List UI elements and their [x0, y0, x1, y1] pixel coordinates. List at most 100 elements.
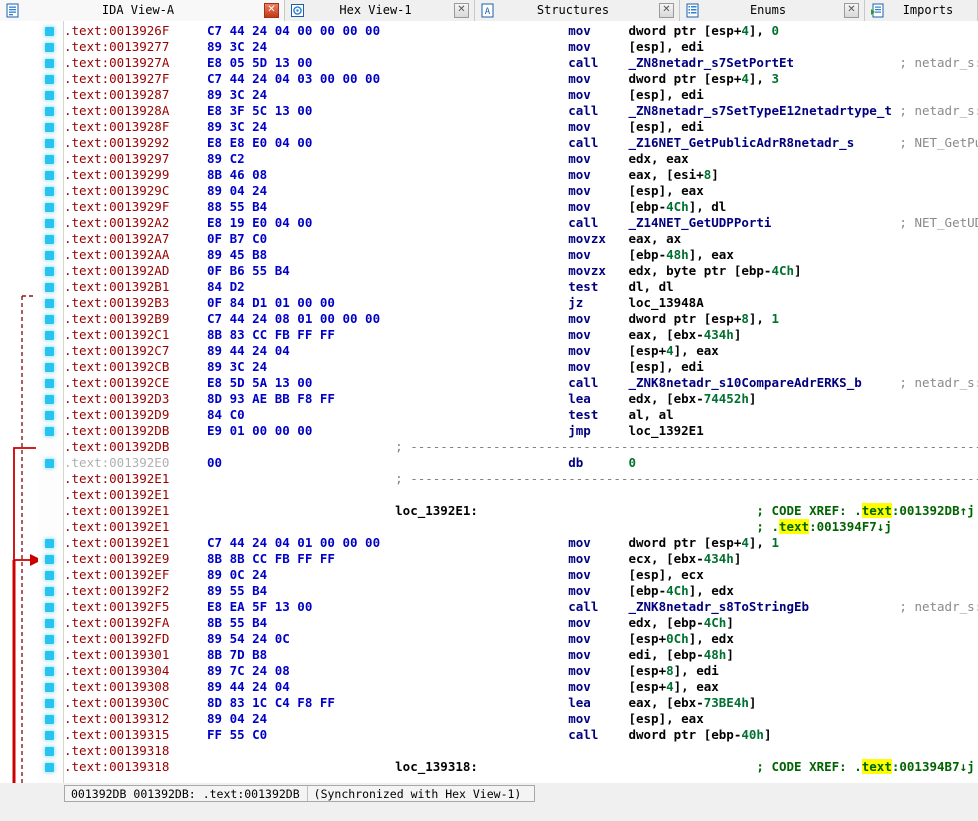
- line-marker-dot[interactable]: [45, 635, 54, 644]
- line-marker-dot[interactable]: [45, 219, 54, 228]
- line-marker-dot[interactable]: [45, 379, 54, 388]
- disassembly-line[interactable]: .text:00139318: [64, 743, 395, 759]
- disassembly-line[interactable]: .text:001392B9 C7 44 24 08 01 00 00 00 m…: [64, 311, 779, 327]
- disassembly-line[interactable]: .text:00139299 8B 46 08 mov eax, [esi+8]: [64, 167, 719, 183]
- line-marker-dot[interactable]: [45, 251, 54, 260]
- tab-structures[interactable]: A Structures ✕: [475, 0, 680, 21]
- disassembly-line[interactable]: .text:0013927F C7 44 24 04 03 00 00 00 m…: [64, 71, 779, 87]
- disassembly-line[interactable]: .text:001392E0 00 db 0: [64, 455, 636, 471]
- disassembly-line[interactable]: .text:001392F2 89 55 B4 mov [ebp-4Ch], e…: [64, 583, 734, 599]
- disassembly-line[interactable]: .text:0013929C 89 04 24 mov [esp], eax: [64, 183, 704, 199]
- disassembly-line[interactable]: .text:001392B3 0F 84 D1 01 00 00 jz loc_…: [64, 295, 704, 311]
- line-marker-dot[interactable]: [45, 555, 54, 564]
- line-marker-dot[interactable]: [45, 395, 54, 404]
- line-marker-dot[interactable]: [45, 315, 54, 324]
- disassembly-line[interactable]: .text:00139287 89 3C 24 mov [esp], edi: [64, 87, 704, 103]
- line-marker-dot[interactable]: [45, 91, 54, 100]
- close-icon[interactable]: ✕: [264, 2, 279, 18]
- tab-imports[interactable]: Imports: [865, 0, 978, 21]
- line-marker-dot[interactable]: [45, 667, 54, 676]
- line-marker-dot[interactable]: [45, 331, 54, 340]
- disassembly-line[interactable]: .text:001392E1 loc_1392E1: ; CODE XREF: …: [64, 503, 975, 519]
- line-call-target[interactable]: _ZN8netadr_s7SetPortEt: [628, 55, 794, 70]
- disassembly-line[interactable]: .text:00139312 89 04 24 mov [esp], eax: [64, 711, 704, 727]
- disassembly-line[interactable]: .text:0013926F C7 44 24 04 00 00 00 00 m…: [64, 23, 779, 39]
- disassembly-line[interactable]: .text:001392DB E9 01 00 00 00 jmp loc_13…: [64, 423, 704, 439]
- line-marker-dot[interactable]: [45, 363, 54, 372]
- disassembly-line[interactable]: .text:001392E1 ; -----------------------…: [64, 471, 978, 487]
- line-call-target[interactable]: _ZNK8netadr_s10CompareAdrERKS_b: [628, 375, 861, 390]
- disassembly-line[interactable]: .text:0013930C 8D 83 1C C4 F8 FF lea eax…: [64, 695, 756, 711]
- line-marker-dot[interactable]: [45, 155, 54, 164]
- close-icon[interactable]: ✕: [659, 2, 674, 18]
- line-marker-dot[interactable]: [45, 43, 54, 52]
- disassembly-line[interactable]: .text:001392DB ; -----------------------…: [64, 439, 978, 455]
- line-marker-dot[interactable]: [45, 587, 54, 596]
- disassembly-line[interactable]: .text:001392A7 0F B7 C0 movzx eax, ax: [64, 231, 681, 247]
- line-call-target[interactable]: _Z14NET_GetUDPPorti: [628, 215, 771, 230]
- disassembly-line[interactable]: .text:001392E9 8B 8B CC FB FF FF mov ecx…: [64, 551, 741, 567]
- disassembly-line[interactable]: .text:001392E1: [64, 487, 395, 503]
- disassembly-line[interactable]: .text:001392E1 C7 44 24 04 01 00 00 00 m…: [64, 535, 779, 551]
- line-marker-dot[interactable]: [45, 731, 54, 740]
- tab-enums[interactable]: Enums ✕: [680, 0, 865, 21]
- disassembly-line[interactable]: .text:00139292 E8 E8 E0 04 00 call _Z16N…: [64, 135, 978, 151]
- disassembly-line[interactable]: .text:001392C1 8B 83 CC FB FF FF mov eax…: [64, 327, 741, 343]
- line-marker-dot[interactable]: [45, 171, 54, 180]
- line-marker-dot[interactable]: [45, 539, 54, 548]
- disassembly-line[interactable]: .text:00139315 FF 55 C0 call dword ptr […: [64, 727, 771, 743]
- disassembly-pane[interactable]: .text:0013926F C7 44 24 04 00 00 00 00 m…: [0, 21, 978, 783]
- line-marker-dot[interactable]: [45, 651, 54, 660]
- disassembly-line[interactable]: .text:001392E1 ; .text:001394F7↓j: [64, 519, 892, 535]
- line-marker-dot[interactable]: [45, 123, 54, 132]
- line-marker-dot[interactable]: [45, 459, 54, 468]
- view-tab-bar[interactable]: IDA View-A ✕ Hex View-1 ✕ A Structures ✕ Enums ✕…: [0, 0, 978, 21]
- disassembly-line[interactable]: .text:001392FA 8B 55 B4 mov edx, [ebp-4C…: [64, 615, 734, 631]
- line-marker-dot[interactable]: [45, 187, 54, 196]
- disassembly-line[interactable]: .text:001392FD 89 54 24 0C mov [esp+0Ch]…: [64, 631, 734, 647]
- line-marker-dot[interactable]: [45, 411, 54, 420]
- disassembly-line[interactable]: .text:00139318 loc_139318: ; CODE XREF: …: [64, 759, 975, 775]
- disassembly-line[interactable]: .text:001392CB 89 3C 24 mov [esp], edi: [64, 359, 704, 375]
- line-marker-dot[interactable]: [45, 299, 54, 308]
- line-marker-dot[interactable]: [45, 139, 54, 148]
- line-marker-dot[interactable]: [45, 699, 54, 708]
- line-call-target[interactable]: _Z16NET_GetPublicAdrR8netadr_s: [628, 135, 854, 150]
- line-marker-dot[interactable]: [45, 747, 54, 756]
- disassembly-line[interactable]: .text:00139304 89 7C 24 08 mov [esp+8], …: [64, 663, 719, 679]
- tab-hex-view-1[interactable]: Hex View-1 ✕: [285, 0, 475, 21]
- disassembly-line[interactable]: .text:0013927A E8 05 5D 13 00 call _ZN8n…: [64, 55, 978, 71]
- disassembly-line[interactable]: .text:001392CE E8 5D 5A 13 00 call _ZNK8…: [64, 375, 978, 391]
- disassembly-line[interactable]: .text:0013928A E8 3F 5C 13 00 call _ZN8n…: [64, 103, 978, 119]
- line-marker-dot[interactable]: [45, 283, 54, 292]
- line-marker-dot[interactable]: [45, 59, 54, 68]
- line-marker-dot[interactable]: [45, 683, 54, 692]
- line-marker-dot[interactable]: [45, 619, 54, 628]
- line-marker-dot[interactable]: [45, 347, 54, 356]
- disassembly-line[interactable]: .text:001392AA 89 45 B8 mov [ebp-48h], e…: [64, 247, 734, 263]
- line-marker-dot[interactable]: [45, 267, 54, 276]
- disassembly-line[interactable]: .text:001392AD 0F B6 55 B4 movzx edx, by…: [64, 263, 802, 279]
- disassembly-line[interactable]: .text:001392EF 89 0C 24 mov [esp], ecx: [64, 567, 704, 583]
- tab-ida-view-a[interactable]: IDA View-A ✕: [0, 0, 285, 21]
- disassembly-line[interactable]: .text:001392B1 84 D2 test dl, dl: [64, 279, 674, 295]
- line-marker-dot[interactable]: [45, 235, 54, 244]
- disassembly-line[interactable]: .text:00139308 89 44 24 04 mov [esp+4], …: [64, 679, 719, 695]
- disassembly-line[interactable]: .text:00139297 89 C2 mov edx, eax: [64, 151, 689, 167]
- line-marker-dot[interactable]: [45, 427, 54, 436]
- disassembly-line[interactable]: .text:001392D3 8D 93 AE BB F8 FF lea edx…: [64, 391, 756, 407]
- line-marker-dot[interactable]: [45, 75, 54, 84]
- close-icon[interactable]: ✕: [844, 2, 859, 18]
- line-marker-dot[interactable]: [45, 571, 54, 580]
- line-call-target[interactable]: _ZN8netadr_s7SetTypeE12netadrtype_t: [628, 103, 891, 118]
- disassembly-line[interactable]: .text:00139277 89 3C 24 mov [esp], edi: [64, 39, 704, 55]
- disassembly-line[interactable]: .text:001392A2 E8 19 E0 04 00 call _Z14N…: [64, 215, 978, 231]
- disassembly-line[interactable]: .text:001392F5 E8 EA 5F 13 00 call _ZNK8…: [64, 599, 978, 615]
- line-marker-dot[interactable]: [45, 603, 54, 612]
- disassembly-listing[interactable]: .text:0013926F C7 44 24 04 00 00 00 00 m…: [64, 21, 978, 783]
- disassembly-line[interactable]: .text:00139301 8B 7D B8 mov edi, [ebp-48…: [64, 647, 734, 663]
- disassembly-line[interactable]: .text:0013929F 88 55 B4 mov [ebp-4Ch], d…: [64, 199, 726, 215]
- line-marker-dot[interactable]: [45, 715, 54, 724]
- line-marker-dot[interactable]: [45, 763, 54, 772]
- marker-dot-gutter[interactable]: [38, 21, 64, 783]
